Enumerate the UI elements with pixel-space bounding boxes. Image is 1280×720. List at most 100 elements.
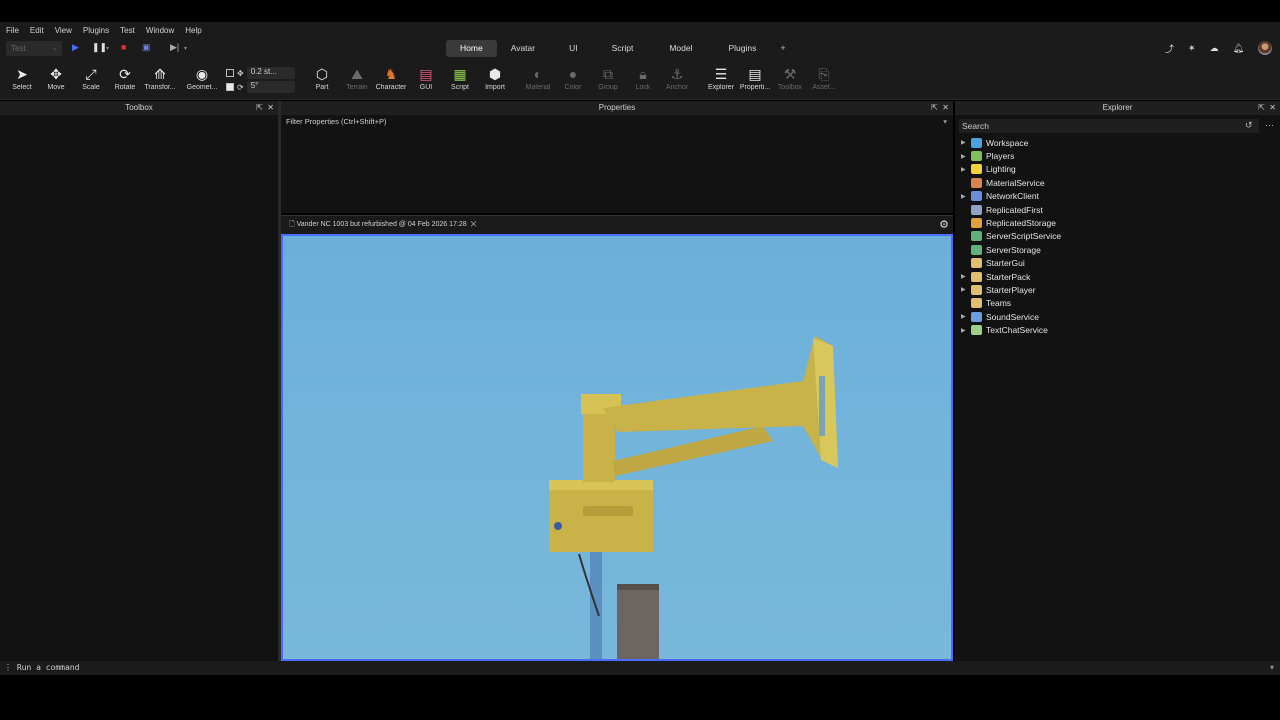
close-icon[interactable]: ✕ xyxy=(942,103,949,112)
expand-arrow-icon[interactable]: ▶ xyxy=(961,327,971,334)
explorer-search-input[interactable]: Search xyxy=(959,119,1259,133)
geometry-tool[interactable]: ◉ Geomet... xyxy=(184,64,220,91)
play-icon[interactable]: ▶ xyxy=(72,42,79,53)
tab-model[interactable]: Model xyxy=(647,40,714,57)
character-tool[interactable]: ♞ Character xyxy=(373,64,409,91)
avatar[interactable] xyxy=(1258,41,1272,55)
transform-tool[interactable]: ⟰ Transfor... xyxy=(142,64,178,91)
undock-icon[interactable]: ⇱ xyxy=(256,103,263,112)
toolbox-tool[interactable]: ⚒ Toolbox xyxy=(772,64,808,91)
explorer-item[interactable]: ▶ StarterPack xyxy=(961,270,1061,283)
chevron-down-icon[interactable]: ▾ xyxy=(943,117,947,126)
explorer-item[interactable]: ▶ SoundService xyxy=(961,310,1061,323)
explorer-item[interactable]: ▶ TextChatService xyxy=(961,323,1061,336)
anchor-tool[interactable]: ⚓︎ Anchor xyxy=(659,64,695,91)
explorer-item[interactable]: ServerStorage xyxy=(961,243,1061,256)
menu-view[interactable]: View xyxy=(55,26,72,35)
panel-controls: ⇱ ✕ xyxy=(931,101,949,115)
chevron-down-icon[interactable]: ▾ xyxy=(106,45,109,52)
explorer-item[interactable]: ReplicatedFirst xyxy=(961,203,1061,216)
explorer-item[interactable]: StarterGui xyxy=(961,257,1061,270)
chevron-down-icon[interactable]: ▾ xyxy=(1270,663,1274,672)
chevron-down-icon[interactable]: ▾ xyxy=(184,45,187,52)
move-tool[interactable]: ✥ Move xyxy=(38,64,74,91)
explorer-item[interactable]: ReplicatedStorage xyxy=(961,216,1061,229)
expand-arrow-icon[interactable]: ▶ xyxy=(961,153,971,160)
import-tool[interactable]: ⬢ Import xyxy=(477,64,513,91)
rotate-tool[interactable]: ⟳ Rotate xyxy=(107,64,143,91)
cloud-icon[interactable]: ☁ xyxy=(1210,43,1219,54)
asset-manager-tool[interactable]: ⎘ Asset... xyxy=(806,64,842,91)
command-prompt-icon: ⋮ xyxy=(4,663,12,672)
gui-tool[interactable]: ▤ GUI xyxy=(408,64,444,91)
expand-arrow-icon[interactable]: ▶ xyxy=(961,286,971,293)
expand-arrow-icon[interactable]: ▶ xyxy=(961,139,971,146)
expand-arrow-icon[interactable]: ▶ xyxy=(961,193,971,200)
explorer-item[interactable]: ServerScriptService xyxy=(961,230,1061,243)
undock-icon[interactable]: ⇱ xyxy=(931,103,938,112)
menu-plugins[interactable]: Plugins xyxy=(83,26,109,35)
close-icon[interactable]: ✕ xyxy=(267,103,274,112)
command-input[interactable]: Run a command xyxy=(17,663,80,672)
add-tab-button[interactable]: + xyxy=(770,40,795,57)
tab-script[interactable]: Script xyxy=(598,40,648,57)
share-icon[interactable]: ⤴ xyxy=(1165,42,1174,55)
explorer-item[interactable]: ▶ StarterPlayer xyxy=(961,283,1061,296)
close-icon[interactable]: ✕ xyxy=(469,221,477,228)
explorer-item[interactable]: MaterialService xyxy=(961,176,1061,189)
menu-edit[interactable]: Edit xyxy=(30,26,44,35)
filter-properties-input[interactable]: Filter Properties (Ctrl+Shift+P) ▾ xyxy=(285,117,949,129)
color-tool[interactable]: ● Color xyxy=(555,64,591,91)
more-options-icon[interactable]: ⋯ xyxy=(1265,120,1274,131)
part-tool[interactable]: ⬡ Part xyxy=(304,64,340,91)
expand-arrow-icon[interactable]: ▶ xyxy=(961,166,971,173)
explorer-item[interactable]: ▶ Players xyxy=(961,149,1061,162)
stop-client-icon[interactable]: ▣ xyxy=(142,42,151,53)
explorer-tool[interactable]: ☰ Explorer xyxy=(703,64,739,91)
snap-settings: ✥ 0.2 st... ⟳ 5° xyxy=(226,66,295,94)
menu-help[interactable]: Help xyxy=(185,26,201,35)
history-icon[interactable]: ↺ xyxy=(1245,120,1253,131)
rotate-snap-input[interactable]: 5° xyxy=(246,81,295,93)
tab-home[interactable]: Home xyxy=(446,40,497,57)
properties-tool[interactable]: ▤ Properti... xyxy=(737,64,773,91)
explorer-item[interactable]: ▶ NetworkClient xyxy=(961,190,1061,203)
gear-icon[interactable]: ⚙ xyxy=(939,218,949,231)
screen-bottom-bar xyxy=(0,676,1280,720)
script-tool[interactable]: ▦ Script xyxy=(442,64,478,91)
move-snap-checkbox[interactable] xyxy=(226,69,234,77)
lock-tool[interactable]: 🔒︎ Lock xyxy=(625,64,661,91)
explorer-item[interactable]: ▶ Workspace xyxy=(961,136,1061,149)
select-tool[interactable]: ➤ Select xyxy=(4,64,40,91)
menu-file[interactable]: File xyxy=(6,26,19,35)
menu-test[interactable]: Test xyxy=(120,26,135,35)
script-icon: ▦ xyxy=(453,66,467,82)
game-viewport[interactable] xyxy=(281,234,953,661)
explorer-item[interactable]: ▶ Lighting xyxy=(961,163,1061,176)
scale-tool[interactable]: ⤢ Scale xyxy=(73,64,109,91)
tab-plugins[interactable]: Plugins xyxy=(715,40,771,57)
viewport-tab[interactable]: 🗋︎ Vander NC 1003 but refurbished @ 04 F… xyxy=(289,220,477,231)
collaborate-icon[interactable]: ✶ xyxy=(1188,43,1196,54)
properties-icon: ▤ xyxy=(748,66,762,82)
step-icon[interactable]: ▶| xyxy=(170,42,179,53)
menu-window[interactable]: Window xyxy=(146,26,174,35)
undock-icon[interactable]: ⇱ xyxy=(1258,103,1265,112)
command-bar[interactable]: ⋮ Run a command ▾ xyxy=(0,661,1280,675)
stop-icon[interactable]: ■ xyxy=(121,42,126,52)
expand-arrow-icon[interactable]: ▶ xyxy=(961,273,971,280)
rotate-snap-checkbox[interactable] xyxy=(226,83,234,91)
expand-arrow-icon[interactable]: ▶ xyxy=(961,313,971,320)
tab-avatar[interactable]: Avatar xyxy=(497,40,549,57)
explorer-item[interactable]: Teams xyxy=(961,297,1061,310)
test-mode-dropdown[interactable]: Test ⌄ xyxy=(6,41,62,56)
tab-ui[interactable]: UI xyxy=(549,40,598,57)
pause-icon[interactable]: ❚❚ xyxy=(92,42,107,53)
close-icon[interactable]: ✕ xyxy=(1269,103,1276,112)
move-snap-input[interactable]: 0.2 st... xyxy=(246,67,295,79)
terrain-tool[interactable]: ⛰ Terrain xyxy=(339,64,375,91)
cursor-arrow-icon: ➤ xyxy=(16,66,28,82)
group-tool[interactable]: ⧉ Group xyxy=(590,64,626,91)
notification-bell-icon[interactable]: 🔔︎ xyxy=(1233,43,1244,54)
material-tool[interactable]: ◐ Material xyxy=(520,64,556,91)
